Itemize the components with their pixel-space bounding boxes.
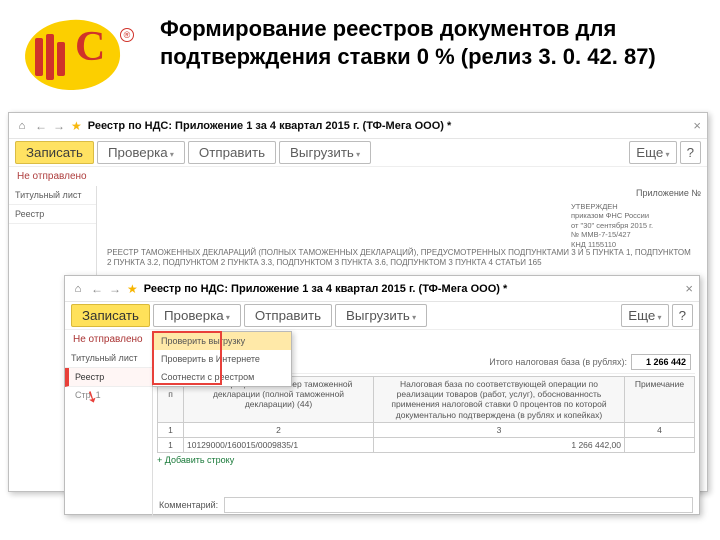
help-button[interactable]: ?	[672, 304, 693, 327]
table-row[interactable]: 1 10129000/160015/0009835/1 1 266 442,00	[158, 437, 695, 452]
back-icon[interactable]: ←	[35, 119, 47, 133]
titlebar: ⌂ ← → ★ Реестр по НДС: Приложение 1 за 4…	[9, 113, 707, 139]
approved-block: УТВЕРЖДЕН приказом ФНС России от "30" се…	[571, 202, 701, 249]
sidebar-item-title[interactable]: Титульный лист	[9, 186, 96, 205]
close-icon[interactable]: ×	[693, 118, 701, 133]
logo-1c: С ®	[25, 20, 145, 90]
check-dropdown: Проверить выгрузку Проверить в Интернете…	[152, 331, 292, 387]
sidebar-item-title[interactable]: Титульный лист	[65, 349, 152, 368]
cell-note[interactable]	[625, 437, 695, 452]
add-row-link[interactable]: Добавить строку	[157, 453, 695, 467]
logo-reg: ®	[120, 28, 134, 42]
logo-letter: С	[75, 26, 105, 68]
window-foreground: ⌂ ← → ★ Реестр по НДС: Приложение 1 за 4…	[64, 275, 700, 515]
sidebar-item-reestr[interactable]: Реестр	[65, 368, 152, 387]
col-base: Налоговая база по соответствующей операц…	[374, 377, 625, 423]
appendix-label: Приложение №	[636, 188, 701, 198]
titlebar: ⌂ ← → ★ Реестр по НДС: Приложение 1 за 4…	[65, 276, 699, 302]
export-button[interactable]: Выгрузить	[279, 141, 371, 164]
check-button[interactable]: Проверка	[153, 304, 241, 327]
cell-rownum[interactable]: 1	[158, 437, 184, 452]
toolbar: Записать Проверка Проверить выгрузку Про…	[65, 302, 699, 330]
slide-title: Формирование реестров документов для под…	[160, 15, 700, 70]
home-icon[interactable]: ⌂	[71, 282, 85, 296]
write-button[interactable]: Записать	[15, 141, 94, 164]
sidebar-item-reestr[interactable]: Реестр	[9, 205, 96, 224]
export-button[interactable]: Выгрузить	[335, 304, 427, 327]
hdr-num: 1	[158, 422, 184, 437]
help-button[interactable]: ?	[680, 141, 701, 164]
check-button[interactable]: Проверка	[97, 141, 185, 164]
hdr-num: 4	[625, 422, 695, 437]
fwd-icon[interactable]: →	[53, 119, 65, 133]
hdr-num: 2	[184, 422, 374, 437]
status-text: Не отправлено	[9, 167, 707, 186]
write-button[interactable]: Записать	[71, 304, 150, 327]
comments-input[interactable]	[224, 497, 693, 513]
fwd-icon[interactable]: →	[109, 282, 121, 296]
hdr-num: 3	[374, 422, 625, 437]
star-icon[interactable]: ★	[71, 119, 82, 133]
back-icon[interactable]: ←	[91, 282, 103, 296]
send-button[interactable]: Отправить	[188, 141, 276, 164]
window-title: Реестр по НДС: Приложение 1 за 4 квартал…	[88, 120, 452, 132]
window-title: Реестр по НДС: Приложение 1 за 4 квартал…	[144, 283, 508, 295]
col-note: Примечание	[625, 377, 695, 423]
send-button[interactable]: Отправить	[244, 304, 332, 327]
base-total-label: Итого налоговая база (в рублях):	[489, 357, 627, 367]
sidebar-item-page[interactable]: Стр. 1	[65, 387, 152, 403]
toolbar: Записать Проверка Отправить Выгрузить Ещ…	[9, 139, 707, 167]
cell-amount[interactable]: 1 266 442,00	[374, 437, 625, 452]
more-button[interactable]: Еще	[629, 141, 676, 164]
close-icon[interactable]: ×	[685, 281, 693, 296]
star-icon[interactable]: ★	[127, 282, 138, 296]
more-button[interactable]: Еще	[621, 304, 668, 327]
registry-heading: РЕЕСТР ТАМОЖЕННЫХ ДЕКЛАРАЦИЙ (ПОЛНЫХ ТАМ…	[103, 248, 701, 269]
cell-decl-number[interactable]: 10129000/160015/0009835/1	[184, 437, 374, 452]
comments-row: Комментарий:	[159, 497, 693, 513]
highlight-box	[152, 331, 222, 385]
registry-table: № п/п Регистрационный номер таможенной д…	[157, 376, 695, 453]
sidebar: Титульный лист Реестр Стр. 1	[65, 349, 153, 517]
base-total-input[interactable]	[631, 354, 691, 370]
home-icon[interactable]: ⌂	[15, 119, 29, 133]
comments-label: Комментарий:	[159, 500, 218, 510]
